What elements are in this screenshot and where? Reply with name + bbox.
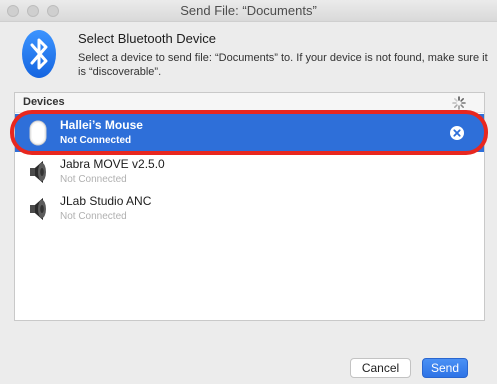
speaker-icon (30, 161, 46, 183)
devices-header-label: Devices (23, 96, 65, 108)
send-button[interactable]: Send (422, 358, 468, 378)
remove-device-button[interactable] (450, 126, 464, 140)
window-title: Send File: “Documents” (180, 3, 317, 18)
device-name: Hallei’s Mouse (60, 118, 143, 132)
device-row-jabra-move[interactable]: Jabra MOVE v2.5.0 Not Connected (15, 153, 484, 191)
device-row-halleis-mouse[interactable]: Hallei’s Mouse Not Connected (15, 114, 484, 152)
device-status: Not Connected (60, 174, 127, 185)
speaker-icon (30, 198, 46, 220)
dialog-heading: Select Bluetooth Device (78, 31, 217, 46)
dialog-description: Select a device to send file: “Documents… (78, 52, 488, 78)
device-name: Jabra MOVE v2.5.0 (60, 157, 165, 171)
device-status: Not Connected (60, 135, 132, 146)
devices-list-header: Devices (15, 93, 484, 113)
title-bar: Send File: “Documents” (0, 0, 497, 22)
device-row-jlab-studio-anc[interactable]: JLab Studio ANC Not Connected (15, 190, 484, 228)
device-name: JLab Studio ANC (60, 194, 152, 208)
cancel-button[interactable]: Cancel (350, 358, 411, 378)
loading-spinner-icon (452, 96, 466, 110)
send-file-window: Send File: “Documents” Select Bluetooth … (0, 0, 497, 384)
bluetooth-icon (22, 30, 56, 78)
devices-list[interactable]: Devices Hallei’s Mouse Not Connected Jab… (14, 92, 485, 321)
mouse-icon (29, 120, 47, 146)
device-status: Not Connected (60, 211, 127, 222)
close-icon (453, 129, 461, 137)
